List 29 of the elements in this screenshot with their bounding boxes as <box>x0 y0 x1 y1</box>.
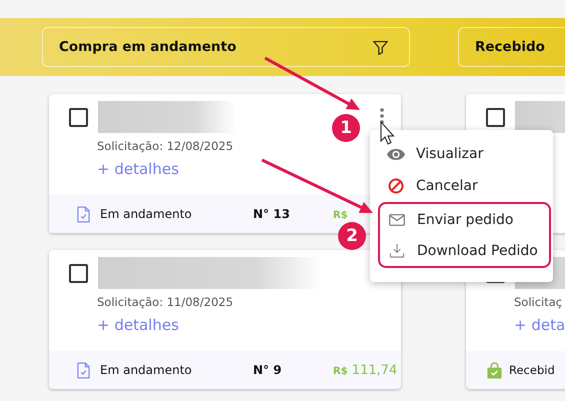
column-title: Recebido <box>475 39 545 55</box>
checkbox[interactable] <box>486 108 505 126</box>
filter-icon[interactable] <box>372 38 389 56</box>
download-icon <box>387 243 407 258</box>
order-number: N° 9 <box>253 363 283 377</box>
checkbox[interactable] <box>69 264 88 282</box>
document-check-icon <box>77 362 90 378</box>
order-price: R$ 111,74 <box>333 362 398 378</box>
document-check-icon <box>77 206 90 222</box>
step-number-badge: 2 <box>338 222 366 250</box>
eye-icon <box>386 148 406 160</box>
status-label: Em andamento <box>100 363 193 377</box>
request-date: Solicitação: 11/08/2025 <box>97 295 234 309</box>
envelope-icon <box>387 214 407 226</box>
shopping-bag-icon <box>486 362 503 378</box>
menu-item[interactable]: Enviar pedido <box>380 204 549 235</box>
menu-item[interactable]: Visualizar <box>370 138 553 170</box>
menu-item[interactable]: Cancelar <box>370 170 553 202</box>
order-price: R$ <box>333 208 348 222</box>
checkbox[interactable] <box>69 108 88 126</box>
menu-item[interactable]: Download Pedido <box>380 235 549 266</box>
cancel-icon <box>386 178 406 194</box>
status-label: Recebid <box>509 363 556 377</box>
order-number: N° 13 <box>253 207 291 221</box>
more-options-icon[interactable] <box>380 108 384 124</box>
request-date: Solicitação: 12/08/2025 <box>97 139 234 153</box>
request-date: Solicitaç <box>514 295 564 309</box>
status-label: Em andamento <box>100 207 193 221</box>
column-title: Compra em andamento <box>59 39 236 55</box>
